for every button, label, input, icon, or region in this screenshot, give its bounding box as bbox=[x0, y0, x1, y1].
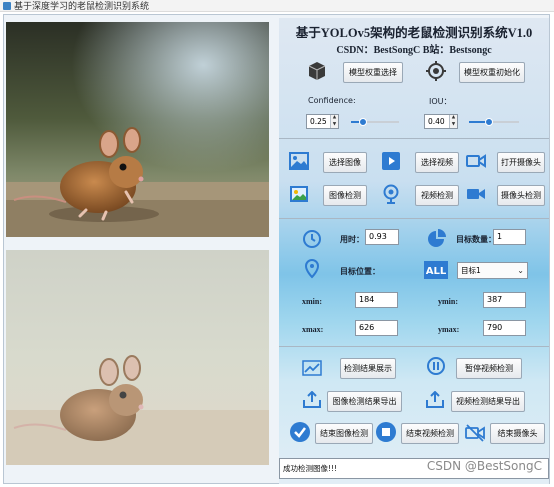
upload-icon bbox=[424, 389, 446, 411]
webcam-icon bbox=[380, 183, 402, 205]
export-image-results-button[interactable]: 图像检测结果导出 bbox=[327, 391, 402, 412]
select-video-button[interactable]: 选择视频 bbox=[415, 152, 459, 173]
pie-chart-icon bbox=[425, 228, 447, 250]
mouse-photo-result bbox=[6, 250, 269, 465]
open-camera-button[interactable]: 打开摄像头 bbox=[497, 152, 545, 173]
app-icon bbox=[3, 2, 11, 10]
ymin-label: ymin: bbox=[438, 297, 458, 306]
camera-detect-button[interactable]: 摄像头检测 bbox=[497, 185, 545, 206]
export-video-results-button[interactable]: 视频检测结果导出 bbox=[451, 391, 525, 412]
iou-label: IOU： bbox=[429, 97, 452, 106]
system-title: 基于YOLOv5架构的老鼠检测识别系统V1.0 bbox=[295, 26, 533, 40]
slider-thumb[interactable] bbox=[359, 118, 367, 126]
video-camera-icon bbox=[465, 183, 487, 205]
image-detect-button[interactable]: 图像检测 bbox=[323, 185, 367, 206]
target-select-value: 目标1 bbox=[461, 266, 481, 275]
all-targets-icon: ALL bbox=[424, 261, 448, 279]
divider bbox=[279, 218, 549, 219]
original-image-panel bbox=[6, 22, 269, 237]
video-detect-button[interactable]: 视频检测 bbox=[415, 185, 459, 206]
target-icon bbox=[425, 60, 447, 82]
count-label: 目标数量： bbox=[456, 235, 496, 244]
confidence-slider[interactable] bbox=[351, 117, 399, 127]
camcorder-icon bbox=[465, 150, 487, 172]
camera-off-icon bbox=[464, 422, 486, 444]
end-camera-button[interactable]: 结束摄像头 bbox=[490, 423, 545, 444]
cube-icon bbox=[306, 60, 328, 82]
show-results-button[interactable]: 检测结果展示 bbox=[340, 358, 396, 379]
iou-spinbox[interactable]: 0.40 ▲ ▼ bbox=[424, 114, 458, 129]
init-weights-button[interactable]: 模型权重初始化 bbox=[459, 62, 525, 83]
end-video-detect-button[interactable]: 结束视频检测 bbox=[401, 423, 459, 444]
select-image-button[interactable]: 选择图像 bbox=[323, 152, 367, 173]
video-file-icon bbox=[380, 150, 402, 172]
upload-icon bbox=[301, 389, 323, 411]
slider-thumb[interactable] bbox=[485, 118, 493, 126]
ymax-field[interactable]: 790 bbox=[483, 320, 526, 336]
window-title: 基于深度学习的老鼠检测识别系统 bbox=[14, 2, 150, 12]
divider bbox=[279, 346, 549, 347]
svg-text:ALL: ALL bbox=[426, 266, 446, 276]
spin-arrows-icon[interactable]: ▲ ▼ bbox=[330, 115, 338, 128]
ymax-label: ymax: bbox=[438, 325, 460, 334]
location-pin-icon bbox=[301, 258, 323, 280]
watermark: CSDN @BestSongC bbox=[426, 459, 542, 473]
position-label: 目标位置： bbox=[340, 267, 380, 276]
pause-icon bbox=[425, 355, 447, 377]
confidence-label: Confidence: bbox=[308, 96, 356, 105]
xmax-field[interactable]: 626 bbox=[355, 320, 398, 336]
chevron-down-icon[interactable]: ⌄ bbox=[517, 263, 524, 278]
confidence-value: 0.25 bbox=[310, 117, 327, 126]
ymin-field[interactable]: 387 bbox=[483, 292, 526, 308]
target-select[interactable]: 目标1 ⌄ bbox=[457, 262, 528, 279]
check-circle-icon bbox=[289, 421, 311, 443]
iou-slider[interactable] bbox=[469, 117, 519, 127]
iou-value: 0.40 bbox=[428, 117, 445, 126]
result-image-panel bbox=[6, 250, 269, 465]
stop-icon bbox=[375, 421, 397, 443]
divider bbox=[279, 138, 549, 139]
line-chart-icon bbox=[301, 357, 323, 379]
xmin-label: xmin: bbox=[302, 297, 322, 306]
image-detect-icon bbox=[288, 183, 310, 205]
image-icon bbox=[288, 150, 310, 172]
time-label: 用时： bbox=[340, 235, 364, 244]
mouse-photo bbox=[6, 22, 269, 237]
xmin-field[interactable]: 184 bbox=[355, 292, 398, 308]
spin-arrows-icon[interactable]: ▲ ▼ bbox=[449, 115, 457, 128]
xmax-label: xmax: bbox=[302, 325, 324, 334]
count-field[interactable]: 1 bbox=[493, 229, 526, 245]
author-line: CSDN：BestSongC B站：Bestsongc bbox=[336, 45, 492, 56]
time-field[interactable]: 0.93 bbox=[365, 229, 399, 245]
end-image-detect-button[interactable]: 结束图像检测 bbox=[315, 423, 373, 444]
clock-icon bbox=[301, 228, 323, 250]
pause-video-button[interactable]: 暂停视频检测 bbox=[456, 358, 522, 379]
window-titlebar: 基于深度学习的老鼠检测识别系统 bbox=[0, 0, 554, 12]
select-weights-button[interactable]: 模型权重选择 bbox=[343, 62, 403, 83]
confidence-spinbox[interactable]: 0.25 ▲ ▼ bbox=[306, 114, 339, 129]
control-panel: 基于YOLOv5架构的老鼠检测识别系统V1.0 CSDN：BestSongC B… bbox=[279, 18, 549, 484]
